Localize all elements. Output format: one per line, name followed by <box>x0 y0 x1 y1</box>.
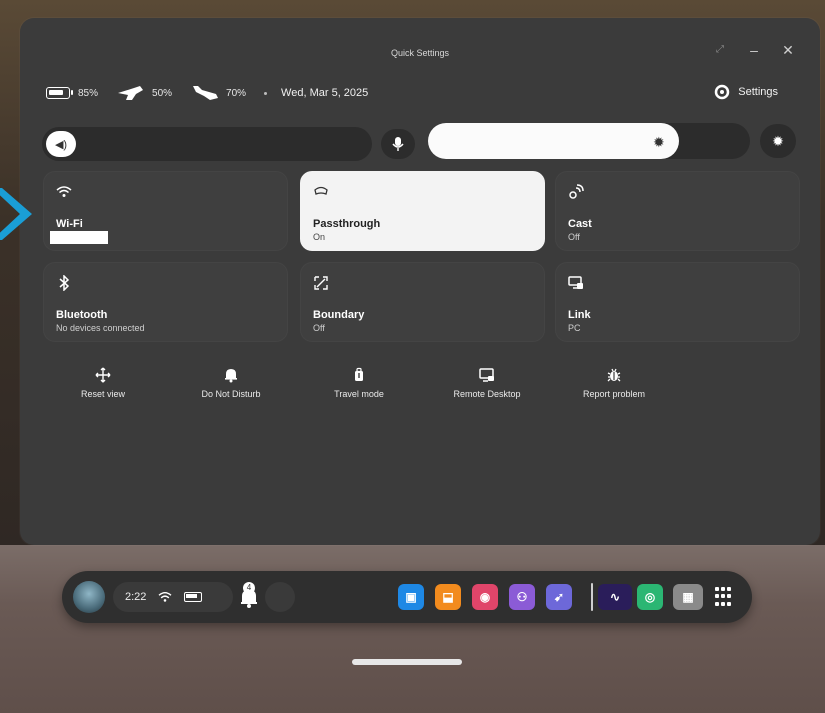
microphone-icon <box>392 137 404 151</box>
microphone-button[interactable] <box>381 129 415 159</box>
brightness-icon: ✹ <box>653 134 665 150</box>
expand-icon[interactable]: ⤢ <box>714 44 726 56</box>
gear-icon <box>715 84 730 100</box>
bell-icon <box>225 369 237 383</box>
link-icon <box>568 276 583 289</box>
tile-wifi-name: Wi-Fi <box>56 218 83 230</box>
auto-brightness-button[interactable]: ✹ <box>760 124 796 158</box>
app-store-icon[interactable]: ▣ <box>398 584 424 610</box>
luggage-icon <box>355 367 363 381</box>
minimize-icon[interactable]: – <box>748 43 760 57</box>
date-label: Wed, Mar 5, 2025 <box>281 87 369 99</box>
app-people-icon[interactable]: ⚇ <box>509 584 535 610</box>
app-shopping-bag-icon[interactable]: ⬓ <box>435 584 461 610</box>
volume-icon[interactable]: ◀) <box>46 131 76 157</box>
tile-boundary-name: Boundary <box>313 309 365 321</box>
remote-desktop-button[interactable]: Remote Desktop <box>428 355 546 415</box>
app-audio-icon[interactable]: ∿ <box>598 584 632 610</box>
battery-icon <box>46 87 73 99</box>
tile-bluetooth[interactable]: Bluetooth No devices connected <box>43 262 288 342</box>
wifi-icon <box>56 186 72 197</box>
headset-battery-label: 85% <box>78 87 99 99</box>
tile-boundary-status: Off <box>313 323 325 333</box>
pointer-arrow-icon <box>0 188 32 240</box>
tile-boundary[interactable]: Boundary Off <box>300 262 545 342</box>
app-green-icon[interactable]: ◎ <box>637 584 663 610</box>
bug-icon <box>607 368 621 382</box>
taskbar-time: 2:22 <box>125 591 147 603</box>
sun-icon: ✹ <box>772 132 784 149</box>
boundary-icon <box>314 276 328 290</box>
settings-button[interactable]: Settings <box>714 84 778 100</box>
tile-cast-status: Off <box>568 232 580 242</box>
tile-link[interactable]: Link PC <box>555 262 800 342</box>
reset-view-button[interactable]: Reset view <box>44 355 162 415</box>
travel-mode-button[interactable]: Travel mode <box>300 355 418 415</box>
system-status-pill[interactable]: 2:22 <box>113 582 233 612</box>
home-indicator[interactable] <box>352 659 462 665</box>
separator-dot <box>264 91 268 95</box>
do-not-disturb-button[interactable]: Do Not Disturb <box>172 355 290 415</box>
remote-desktop-icon <box>479 368 494 382</box>
tile-cast-name: Cast <box>568 218 592 230</box>
left-controller-battery-label: 50% <box>152 87 173 99</box>
close-icon[interactable]: ✕ <box>782 43 794 57</box>
bluetooth-icon <box>59 275 70 291</box>
left-controller-icon <box>118 86 144 100</box>
app-camera-icon[interactable]: ◉ <box>472 584 498 610</box>
brightness-slider[interactable]: ✹ <box>428 123 750 159</box>
tile-passthrough[interactable]: Passthrough On <box>300 171 545 251</box>
window-controls: ⤢ – ✕ <box>714 43 794 57</box>
window-title: Quick Settings <box>390 48 450 58</box>
remote-desktop-label: Remote Desktop <box>453 389 521 399</box>
settings-label: Settings <box>738 86 778 98</box>
brightness-fill <box>428 123 679 159</box>
app-game-icon[interactable]: ▦ <box>673 584 703 610</box>
status-row: 85% 50% 70% Wed, Mar 5, 2025 <box>46 84 368 102</box>
right-controller-battery: 70% <box>190 84 246 102</box>
left-controller-battery: 50% <box>116 84 172 102</box>
battery-icon <box>184 592 203 602</box>
notification-badge: 4 <box>243 582 255 594</box>
tile-bluetooth-status: No devices connected <box>56 323 145 333</box>
tile-link-status: PC <box>568 323 581 333</box>
tile-passthrough-status: On <box>313 232 326 242</box>
report-problem-button[interactable]: Report problem <box>555 355 673 415</box>
right-controller-icon <box>193 86 219 100</box>
app-explore-icon[interactable]: ➹ <box>546 584 572 610</box>
avatar[interactable] <box>73 581 105 613</box>
taskbar: 2:22 4 ▣ ⬓ ◉ ⚇ ➹ ∿ ◎ ▦ <box>62 571 752 623</box>
tile-wifi[interactable]: Wi-Fi <box>43 171 288 251</box>
wifi-icon <box>158 592 172 602</box>
headset-battery: 85% <box>46 87 98 99</box>
do-not-disturb-label: Do Not Disturb <box>201 389 261 399</box>
travel-mode-label: Travel mode <box>334 389 384 399</box>
taskbar-divider <box>591 583 593 611</box>
cast-icon <box>569 184 584 199</box>
right-controller-battery-label: 70% <box>226 87 247 99</box>
passthrough-icon <box>314 186 328 195</box>
app-library-icon[interactable] <box>715 587 735 607</box>
tile-passthrough-name: Passthrough <box>313 218 381 230</box>
reset-view-icon <box>95 367 111 383</box>
tile-bluetooth-name: Bluetooth <box>56 309 108 321</box>
controller-status-icon[interactable] <box>265 582 295 612</box>
reset-view-label: Reset view <box>80 389 125 399</box>
tile-link-name: Link <box>568 309 591 321</box>
tile-cast[interactable]: Cast Off <box>555 171 800 251</box>
volume-slider[interactable]: ◀) <box>42 127 372 161</box>
report-problem-label: Report problem <box>582 389 646 399</box>
wifi-network-redacted <box>50 231 108 244</box>
